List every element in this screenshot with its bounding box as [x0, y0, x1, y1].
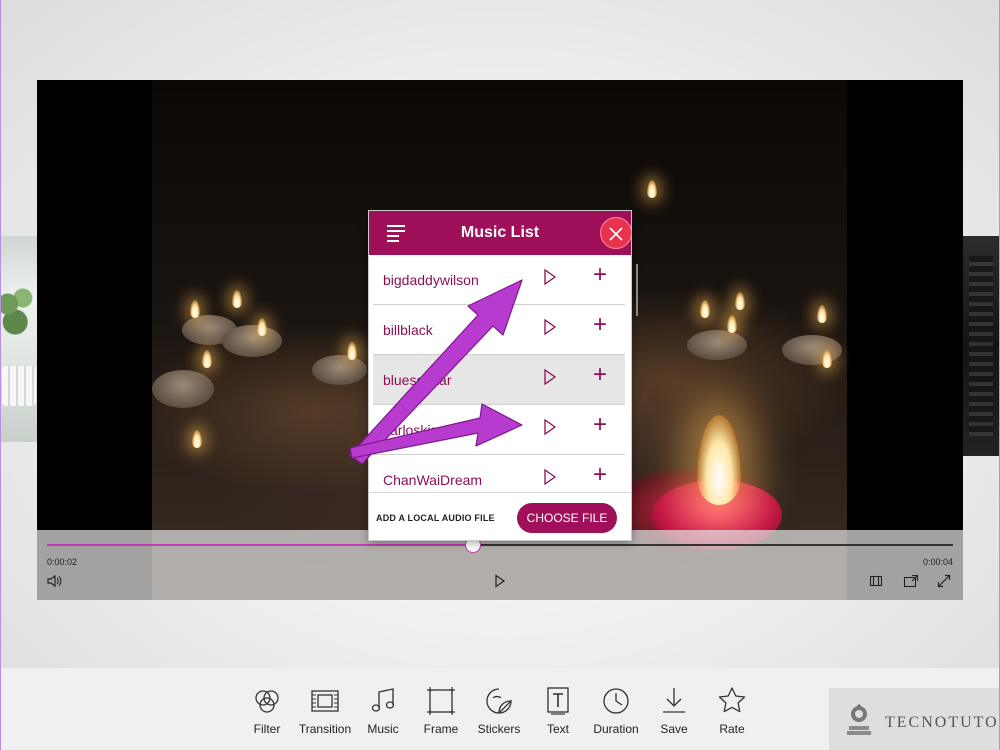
play-track-icon[interactable]: [543, 468, 557, 486]
filter-button[interactable]: Filter: [237, 686, 297, 742]
filter-icon: [255, 690, 279, 713]
thumbnail-racks-image: [969, 256, 993, 436]
music-item-name: ChanWaiDream: [383, 472, 483, 488]
dialog-header: Music List: [369, 211, 632, 255]
tool-label: Save: [660, 722, 688, 736]
candle-flame: [735, 292, 745, 310]
tool-label: Frame: [423, 722, 459, 736]
previous-clip-thumbnail[interactable]: [0, 236, 38, 442]
candle-flame: [700, 300, 710, 318]
candle-flame: [190, 300, 200, 318]
music-list-dialog: Music List bigdaddywilson + billblack + …: [368, 210, 632, 541]
music-item[interactable]: billblack +: [373, 305, 625, 355]
music-item[interactable]: carloskiss +: [373, 405, 625, 455]
add-local-audio-label: ADD A LOCAL AUDIO FILE: [376, 513, 495, 523]
music-item-name: bigdaddywilson: [383, 272, 479, 288]
candle-flame: [192, 430, 202, 448]
candle-flame: [697, 415, 741, 505]
tool-label: Duration: [593, 722, 639, 736]
transition-button[interactable]: Transition: [295, 686, 355, 742]
play-track-icon[interactable]: [543, 368, 557, 386]
aspect-ratio-icon[interactable]: [869, 574, 883, 591]
close-button[interactable]: [600, 217, 632, 249]
music-list[interactable]: bigdaddywilson + billblack + bluesguitar…: [369, 255, 631, 492]
diya-image: [222, 325, 282, 357]
diya-image: [312, 355, 367, 385]
add-track-icon[interactable]: +: [589, 463, 611, 488]
total-time: 0:00:04: [922, 557, 953, 567]
candle-flame: [817, 305, 827, 323]
play-track-icon[interactable]: [543, 318, 557, 336]
watermark-text: TECNOTUTO: [885, 714, 999, 731]
music-button[interactable]: Music: [353, 686, 413, 742]
rate-icon: [718, 687, 746, 713]
candle-flame: [647, 180, 657, 198]
watermark: TECNOTUTO: [829, 688, 1000, 750]
play-track-icon[interactable]: [543, 418, 557, 436]
seek-bar[interactable]: [47, 537, 953, 553]
cast-icon[interactable]: [903, 574, 919, 591]
music-item[interactable]: bigdaddywilson +: [373, 255, 625, 305]
rate-button[interactable]: Rate: [702, 686, 762, 742]
music-item-name: bluesguitar: [383, 372, 452, 388]
duration-icon: [603, 688, 629, 714]
add-track-icon[interactable]: +: [589, 413, 611, 438]
list-scrollbar[interactable]: [636, 264, 638, 316]
add-track-icon[interactable]: +: [589, 363, 611, 388]
add-track-icon[interactable]: +: [589, 263, 611, 288]
transition-icon: [311, 690, 339, 712]
music-item[interactable]: ChanWaiDream +: [373, 455, 625, 492]
watermark-logo-icon: [847, 704, 871, 735]
choose-file-button[interactable]: CHOOSE FILE: [517, 503, 617, 533]
candle-flame: [822, 350, 832, 368]
tool-label: Rate: [719, 722, 745, 736]
tool-label: Music: [367, 722, 399, 736]
duration-button[interactable]: Duration: [586, 686, 646, 742]
fullscreen-icon[interactable]: [937, 574, 951, 591]
frame-icon: [427, 687, 455, 715]
save-button[interactable]: Save: [644, 686, 704, 742]
tool-label: Text: [546, 722, 569, 736]
tool-label: Filter: [253, 722, 281, 736]
close-icon: [609, 227, 623, 241]
music-item-name: billblack: [383, 322, 433, 338]
text-button[interactable]: Text: [528, 686, 588, 742]
music-icon: [371, 688, 395, 712]
frame-button[interactable]: Frame: [411, 686, 471, 742]
candle-flame: [727, 315, 737, 333]
stickers-button[interactable]: Stickers: [469, 686, 529, 742]
candle-flame: [202, 350, 212, 368]
music-item-selected[interactable]: bluesguitar +: [373, 355, 625, 405]
music-item-name: carloskiss: [383, 422, 445, 438]
seek-progress: [47, 544, 473, 546]
diya-image: [782, 335, 842, 365]
next-clip-thumbnail[interactable]: [963, 236, 1000, 456]
diya-image: [687, 330, 747, 360]
save-icon: [663, 688, 685, 713]
stickers-icon: [486, 688, 512, 714]
diya-image: [152, 370, 214, 408]
text-icon: [547, 687, 569, 715]
candle-flame: [257, 318, 267, 336]
current-time: 0:00:02: [47, 557, 78, 567]
dialog-footer: ADD A LOCAL AUDIO FILE CHOOSE FILE: [369, 492, 631, 540]
tool-label: Transition: [298, 722, 352, 736]
candle-flame: [347, 342, 357, 360]
add-track-icon[interactable]: +: [589, 313, 611, 338]
thumbnail-plant-image: [0, 280, 38, 340]
play-icon[interactable]: [494, 574, 506, 591]
thumbnail-chairs-image: [2, 366, 36, 406]
volume-icon[interactable]: [47, 574, 63, 591]
tool-label: Stickers: [477, 722, 521, 736]
play-track-icon[interactable]: [543, 268, 557, 286]
candle-flame: [232, 290, 242, 308]
dialog-title: Music List: [460, 224, 540, 241]
